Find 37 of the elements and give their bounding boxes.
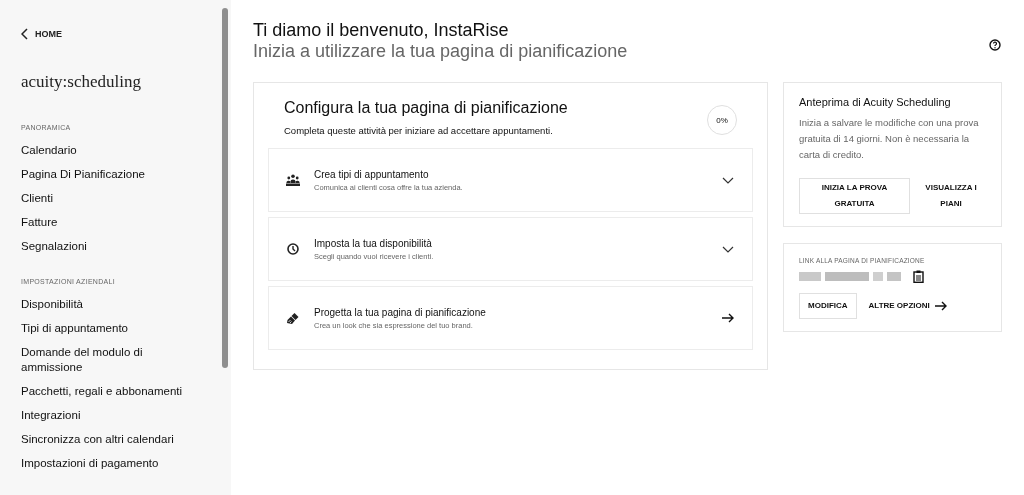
chevron-down-icon[interactable] [722, 176, 734, 184]
trial-button[interactable]: INIZIA LA PROVA GRATUITA [799, 178, 910, 214]
page-subtitle: Inizia a utilizzare la tua pagina di pianificazione [253, 41, 628, 62]
arrow-right-icon[interactable] [722, 313, 734, 323]
card-description: Completa queste attività per iniziare ad accettare appuntamenti. [284, 125, 554, 136]
nav-link[interactable]: Domande del modulo di ammissione [21, 345, 201, 375]
nav-link[interactable]: Clienti [21, 191, 201, 206]
card-text: Inizia a salvare le modifiche con una prova gratuita di 14 giorni. Non è necessaria la carta di credito. [799, 116, 980, 162]
people-icon [286, 174, 300, 186]
page-title: Ti diamo il benvenuto, InstaRise [253, 20, 510, 41]
arrow-right-icon [934, 301, 947, 311]
clock-icon [286, 243, 300, 255]
help-icon[interactable] [989, 39, 1001, 51]
task-title: Imposta la tua disponibilità [314, 237, 433, 249]
logo: acuity:scheduling [21, 72, 142, 92]
edit-button[interactable]: MODIFICA [799, 293, 857, 319]
nav-link[interactable]: Pagina Di Pianificazione [21, 167, 201, 182]
nav-link[interactable]: Fatture [21, 215, 201, 230]
nav-link[interactable]: Tipi di appuntamento [21, 321, 201, 336]
paintbrush-icon [286, 311, 300, 325]
card-title: Configura la tua pagina di pianificazione [284, 99, 568, 117]
nav-link[interactable]: Calendario [21, 143, 201, 158]
nav-link[interactable]: Impostazioni di pagamento [21, 456, 201, 471]
nav-link[interactable]: Pacchetti, regali e abbonamenti [21, 384, 201, 399]
nav-link[interactable]: Disponibilità [21, 297, 201, 312]
chevron-down-icon[interactable] [722, 245, 734, 253]
nav-link[interactable]: Segnalazioni [21, 239, 201, 254]
task-title: Progetta la tua pagina di pianificazione [314, 306, 487, 318]
task-title: Crea tipi di appuntamento [314, 168, 430, 180]
view-plans-button[interactable]: VISUALIZZA I PIANI [916, 178, 986, 214]
chevron-left-icon [21, 28, 29, 40]
nav-link[interactable]: Sincronizza con altri calendari [21, 432, 201, 447]
home-link[interactable]: HOME [21, 28, 231, 40]
more-options-button[interactable]: ALTRE OPZIONI [864, 294, 955, 318]
clipboard-icon[interactable] [913, 270, 924, 283]
nav-link[interactable]: Integrazioni [21, 408, 201, 423]
card-title: Anteprima di Acuity Scheduling [799, 96, 952, 108]
